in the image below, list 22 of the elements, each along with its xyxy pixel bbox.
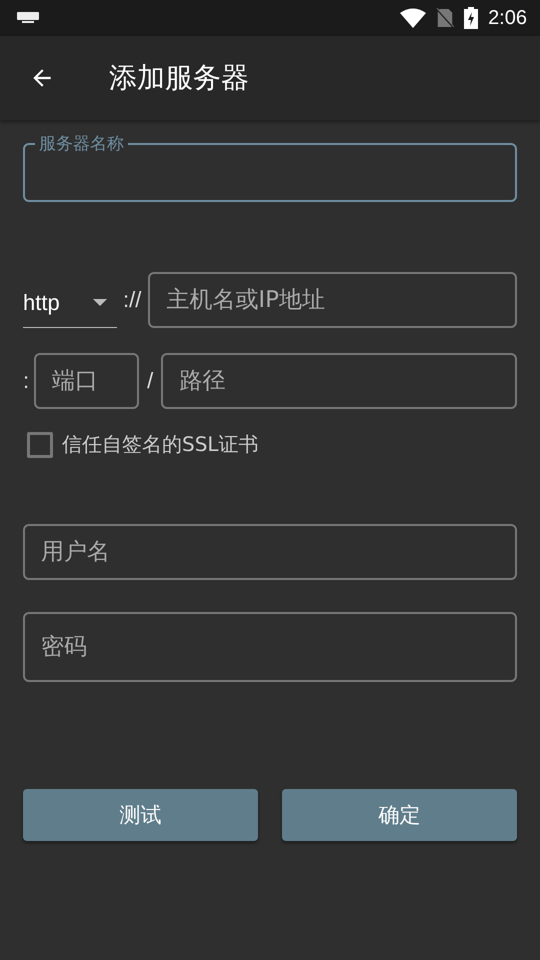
port-field[interactable]: 端口 [34,353,140,409]
clock-time: 2:06 [488,6,527,30]
username-field[interactable]: 用户名 [23,524,517,580]
test-button[interactable]: 测试 [23,789,258,841]
wifi-icon [400,8,426,28]
battery-charging-icon [464,7,478,29]
path-field[interactable]: 路径 [161,353,517,409]
path-separator: / [147,368,154,394]
confirm-button[interactable]: 确定 [282,789,517,841]
checkbox-label: 信任自签名的SSL证书 [62,431,259,458]
checkbox[interactable] [27,432,53,458]
dropdown-caret-icon [93,299,107,306]
host-field[interactable]: 主机名或IP地址 [148,272,517,328]
scheme-separator: :// [123,287,142,313]
keyboard-icon [17,12,39,24]
field-label: 服务器名称 [38,133,125,155]
scheme-dropdown[interactable]: http [23,278,117,328]
password-field[interactable]: 密码 [23,612,517,682]
screen-title: 添加服务器 [109,60,249,96]
port-separator: : [23,368,30,394]
server-name-field[interactable]: 服务器名称 [23,132,517,202]
no-sim-icon [436,8,454,28]
